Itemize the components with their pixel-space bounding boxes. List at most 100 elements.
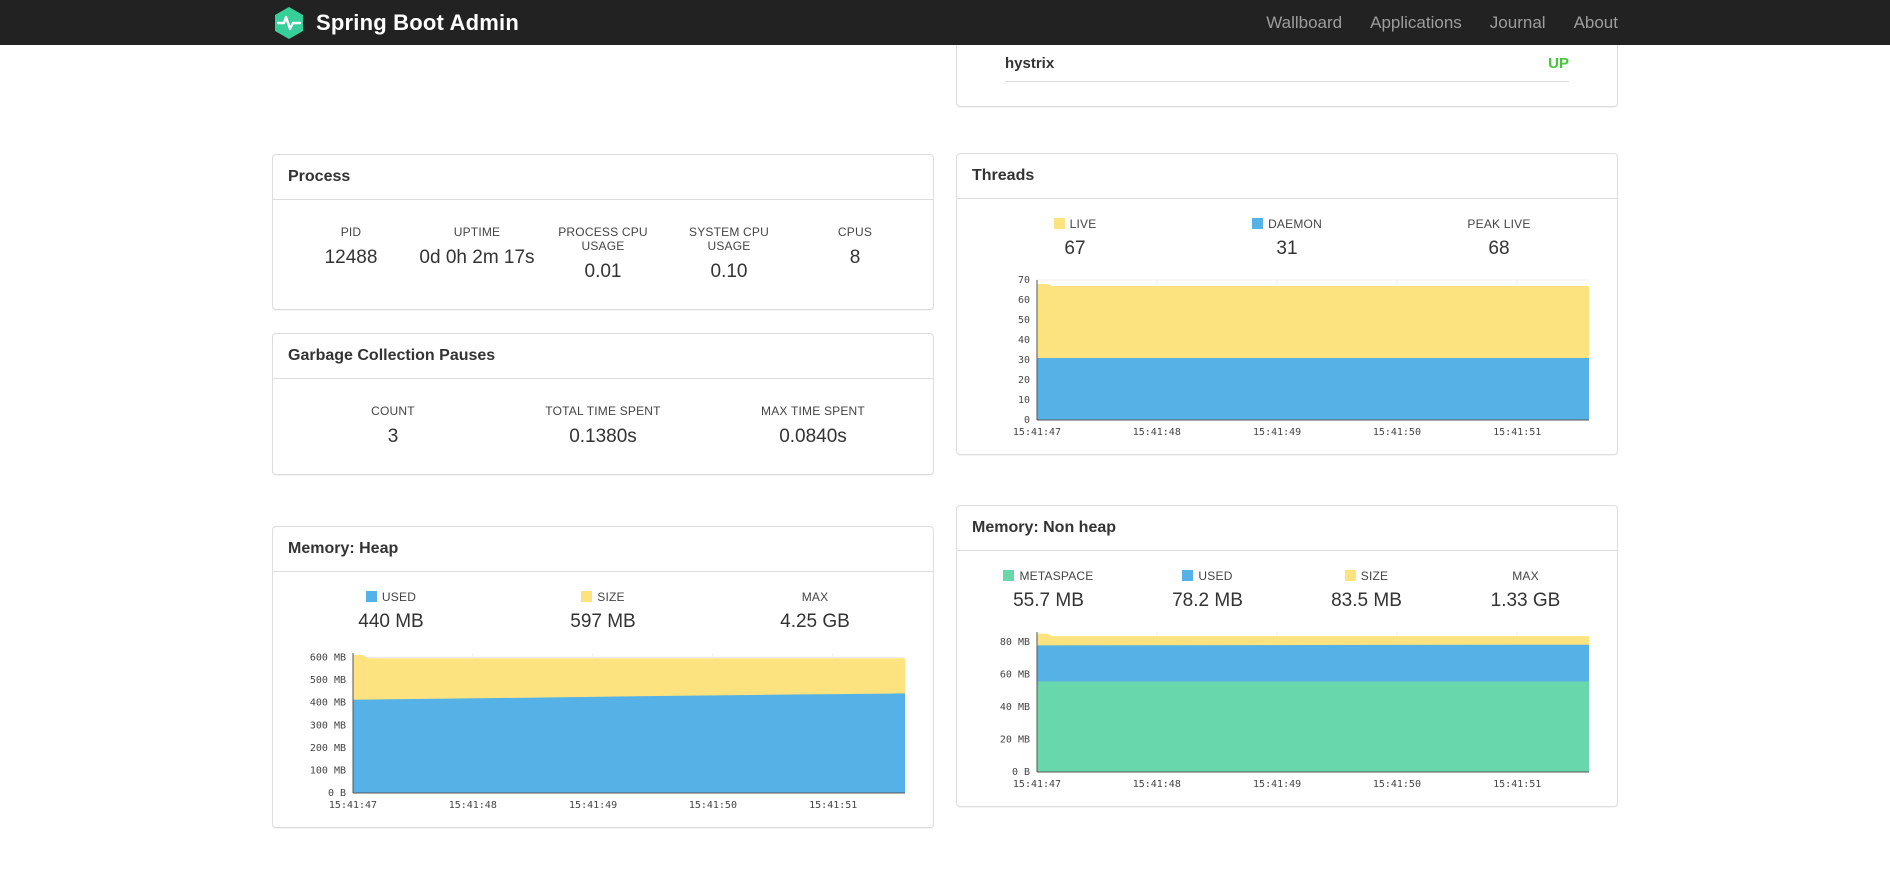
metric-value: 0d 0h 2m 17s [419,247,535,268]
svg-text:70: 70 [1018,275,1030,286]
svg-text:15:41:51: 15:41:51 [1493,779,1541,790]
metric-gc-max-time: MAX TIME SPENT 0.0840s [708,404,918,448]
legend-item-peak-live: PEAK LIVE 68 [1393,217,1605,260]
svg-text:0 B: 0 B [328,788,346,799]
gc-panel-title: Garbage Collection Pauses [273,334,933,379]
svg-text:60 MB: 60 MB [1000,669,1030,680]
nav-link-applications[interactable]: Applications [1356,13,1476,33]
status-badge: UP [1548,55,1569,72]
legend-item-used: USED 78.2 MB [1128,569,1287,612]
svg-text:0 B: 0 B [1012,767,1030,778]
svg-text:15:41:51: 15:41:51 [1493,427,1541,438]
svg-text:20 MB: 20 MB [1000,734,1030,745]
spring-boot-admin-logo-icon [272,6,306,40]
metric-uptime: UPTIME 0d 0h 2m 17s [414,225,540,283]
svg-text:0: 0 [1024,415,1030,426]
nav-links: Wallboard Applications Journal About [1252,13,1618,33]
legend-value: 31 [1276,238,1298,259]
metric-gc-total-time: TOTAL TIME SPENT 0.1380s [498,404,708,448]
metric-value: 8 [849,247,861,268]
size-color-swatch [581,591,593,602]
memory-nonheap-panel-title: Memory: Non heap [957,506,1617,551]
legend-label: USED [285,590,497,604]
threads-legend: LIVE 67 DAEMON 31 PEAK LIVE 68 [969,217,1605,260]
nav-link-wallboard[interactable]: Wallboard [1252,13,1356,33]
nav-link-journal[interactable]: Journal [1476,13,1560,33]
memory-heap-chart: 0 B 100 MB 200 MB 300 MB 400 MB 500 MB 600 MB 1… [310,653,905,811]
svg-text:15:41:50: 15:41:50 [689,800,737,811]
legend-label: DAEMON [1181,217,1393,231]
legend-label: SIZE [497,590,709,604]
legend-value: 4.25 GB [780,611,850,632]
svg-text:500 MB: 500 MB [310,675,346,686]
legend-value: 55.7 MB [1013,590,1084,611]
main-content: Process PID 12488 UPTIME 0d 0h 2m 17s PR… [272,45,1618,828]
gc-panel: Garbage Collection Pauses COUNT 3 TOTAL … [272,333,934,475]
svg-text:40 MB: 40 MB [1000,702,1030,713]
metric-label: PROCESS CPU USAGE [558,225,648,253]
metric-process-cpu: PROCESS CPU USAGE 0.01 [540,225,666,283]
size-color-swatch [1344,570,1356,581]
legend-label: USED [1128,569,1287,583]
svg-text:15:41:50: 15:41:50 [1373,779,1421,790]
navbar-container: Spring Boot Admin Wallboard Applications… [272,0,1618,45]
svg-text:15:41:48: 15:41:48 [1133,779,1181,790]
memory-nonheap-panel: Memory: Non heap METASPACE 55.7 MB USED … [956,505,1618,807]
legend-item-size: SIZE 83.5 MB [1287,569,1446,612]
metric-label: TOTAL TIME SPENT [545,404,661,418]
process-panel: Process PID 12488 UPTIME 0d 0h 2m 17s PR… [272,154,934,310]
svg-text:80 MB: 80 MB [1000,637,1030,648]
memory-heap-body: USED 440 MB SIZE 597 MB MAX 4.25 GB 0 B 1… [273,572,933,827]
metric-label: MAX TIME SPENT [761,404,865,418]
process-panel-title: Process [273,155,933,200]
application-status-row[interactable]: hystrix UP [1005,45,1569,82]
legend-item-size: SIZE 597 MB [497,590,709,633]
legend-item-daemon: DAEMON 31 [1181,217,1393,260]
daemon-color-swatch [1252,218,1264,229]
metric-value: 0.01 [584,261,622,282]
svg-text:10: 10 [1018,395,1030,406]
svg-text:300 MB: 300 MB [310,720,346,731]
process-metrics: PID 12488 UPTIME 0d 0h 2m 17s PROCESS CP… [273,200,933,309]
svg-text:15:41:48: 15:41:48 [1133,427,1181,438]
svg-text:600 MB: 600 MB [310,653,346,664]
metric-value: 3 [387,426,399,447]
brand-title: Spring Boot Admin [316,9,520,35]
legend-value: 597 MB [570,611,636,632]
svg-text:15:41:49: 15:41:49 [1253,779,1301,790]
svg-text:15:41:49: 15:41:49 [1253,427,1301,438]
legend-item-used: USED 440 MB [285,590,497,633]
memory-nonheap-body: METASPACE 55.7 MB USED 78.2 MB SIZE 83.5… [957,551,1617,806]
left-column: Process PID 12488 UPTIME 0d 0h 2m 17s PR… [272,45,934,828]
legend-label: METASPACE [969,569,1128,583]
brand-link[interactable]: Spring Boot Admin [272,6,519,40]
nav-link-about[interactable]: About [1560,13,1618,33]
metric-value: 12488 [324,247,378,268]
threads-body: LIVE 67 DAEMON 31 PEAK LIVE 68 0 10 20 30 40… [957,199,1617,454]
svg-text:40: 40 [1018,335,1030,346]
legend-value: 83.5 MB [1331,590,1402,611]
metric-label: SYSTEM CPU USAGE [688,225,769,253]
svg-text:60: 60 [1018,295,1030,306]
svg-text:15:41:47: 15:41:47 [1013,427,1061,438]
navbar: Spring Boot Admin Wallboard Applications… [0,0,1890,45]
memory-nonheap-chart: 0 B 20 MB 40 MB 60 MB 80 MB 15:41:47 15:41:48 1… [1000,632,1589,790]
metric-cpus: CPUS 8 [792,225,918,283]
svg-text:15:41:48: 15:41:48 [449,800,497,811]
threads-chart: 0 10 20 30 40 50 60 70 15:41:47 15:41:48 15:41:49 1… [1013,275,1589,438]
metric-value: 0.0840s [779,426,847,447]
svg-text:100 MB: 100 MB [310,765,346,776]
application-status-panel: hystrix UP [956,45,1618,107]
application-name-link[interactable]: hystrix [1005,55,1054,72]
svg-text:200 MB: 200 MB [310,743,346,754]
legend-label: PEAK LIVE [1467,217,1531,231]
svg-text:15:41:49: 15:41:49 [569,800,617,811]
svg-text:20: 20 [1018,375,1030,386]
svg-text:15:41:50: 15:41:50 [1373,427,1421,438]
legend-item-max: MAX 4.25 GB [709,590,921,633]
legend-value: 67 [1064,238,1086,259]
legend-value: 78.2 MB [1172,590,1243,611]
legend-item-metaspace: METASPACE 55.7 MB [969,569,1128,612]
threads-panel: Threads LIVE 67 DAEMON 31 PEAK LIVE 68 0… [956,153,1618,455]
memory-nonheap-legend: METASPACE 55.7 MB USED 78.2 MB SIZE 83.5… [969,569,1605,612]
